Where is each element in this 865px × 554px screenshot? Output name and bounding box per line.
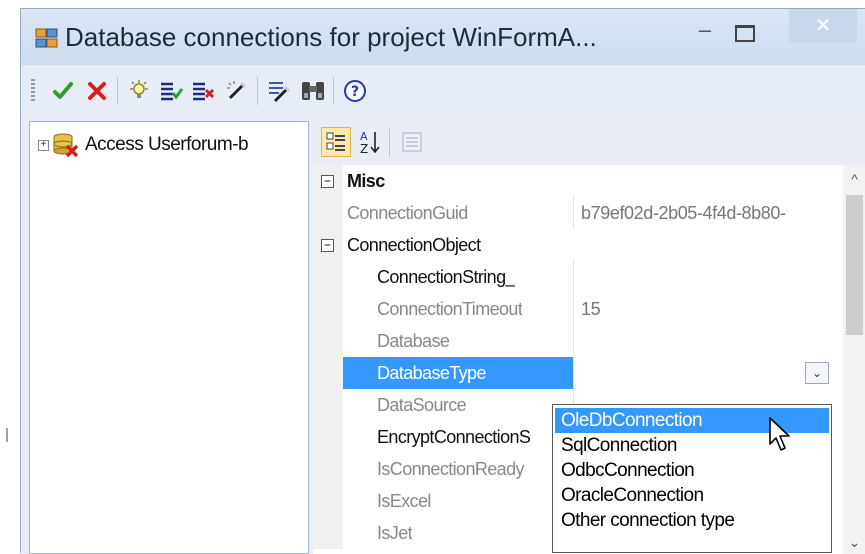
property-name: EncryptConnectionS [377, 427, 531, 447]
property-value[interactable] [575, 357, 843, 389]
mouse-pointer-icon [769, 417, 790, 451]
property-name: Database [377, 331, 450, 351]
minimize-button[interactable]: – [693, 19, 717, 43]
property-value[interactable] [575, 325, 843, 357]
sort-az-icon: A Z [360, 130, 380, 155]
main-toolbar: ? [21, 65, 865, 115]
background-strip [0, 0, 865, 8]
row-gutter [313, 485, 343, 517]
close-button[interactable]: ✕ [789, 9, 857, 43]
column-divider [573, 197, 574, 229]
property-row[interactable]: Database [313, 325, 843, 357]
magic-wand-icon [227, 81, 247, 100]
database-error-icon [53, 133, 79, 158]
svg-text:?: ? [351, 84, 359, 100]
background-tick [6, 428, 8, 442]
title-bar[interactable]: Database connections for project WinForm… [21, 9, 865, 65]
scroll-down-icon[interactable]: ⌄ [843, 530, 865, 554]
column-divider [573, 357, 574, 389]
category-label: Misc [347, 171, 385, 191]
property-name: DatabaseType [377, 363, 486, 383]
property-row[interactable]: ConnectionString_ [313, 261, 843, 293]
delete-button[interactable] [83, 77, 111, 105]
category-misc[interactable]: − Misc [313, 165, 843, 197]
alphabetical-button[interactable]: A Z [355, 127, 385, 157]
window-title: Database connections for project WinForm… [65, 22, 597, 52]
property-row-selected[interactable]: DatabaseType ⌄ [313, 357, 843, 389]
row-gutter [313, 325, 343, 357]
background-strip-left [0, 0, 20, 553]
row-gutter [313, 453, 343, 485]
property-name: IsExcel [377, 491, 431, 511]
property-value[interactable]: 15 [575, 293, 843, 325]
property-name: IsConnectionReady [377, 459, 524, 479]
app-icon [35, 28, 58, 48]
row-gutter [313, 517, 343, 549]
toolbar-separator [333, 77, 334, 105]
row-gutter [313, 357, 343, 389]
expand-icon[interactable]: + [38, 139, 49, 151]
settings-wizard-button[interactable] [265, 77, 293, 105]
toolbar-separator [257, 77, 258, 105]
dropdown-option[interactable]: OracleConnection [555, 483, 829, 508]
property-name: ConnectionTimeout [377, 299, 523, 319]
maximize-button[interactable] [735, 25, 755, 42]
scroll-thumb[interactable] [846, 195, 863, 335]
property-pages-button[interactable] [397, 127, 427, 157]
checkmark-icon [53, 82, 73, 99]
collapse-icon[interactable]: − [321, 239, 334, 252]
help-button[interactable]: ? [341, 77, 369, 105]
red-x-icon [88, 82, 106, 100]
property-row[interactable]: ConnectionGuid b79ef02d-2b05-4f4d-8b80- [313, 197, 843, 229]
accept-button[interactable] [49, 77, 77, 105]
disable-all-button[interactable] [189, 77, 217, 105]
tree-node-label: Access Userforum-b [85, 134, 249, 155]
toolbar-grip-icon[interactable] [31, 79, 35, 103]
categorized-button[interactable] [321, 127, 351, 157]
category-connection-object[interactable]: − ConnectionObject [313, 229, 843, 261]
enable-all-button[interactable] [157, 77, 185, 105]
connection-tree[interactable]: + Access Userforum-b [29, 121, 309, 554]
pg-toolbar-separator [389, 129, 390, 157]
wizard-button[interactable] [223, 77, 251, 105]
row-gutter [313, 293, 343, 325]
column-divider [573, 293, 574, 325]
row-gutter [313, 389, 343, 421]
dropdown-option[interactable]: Other connection type [555, 508, 829, 533]
column-divider [573, 261, 574, 293]
property-name: ConnectionGuid [347, 203, 468, 223]
property-pages-icon [402, 132, 422, 152]
collapse-icon[interactable]: − [321, 175, 334, 188]
toolbar-separator [117, 77, 118, 105]
property-value[interactable]: b79ef02d-2b05-4f4d-8b80- [575, 197, 843, 229]
row-gutter [313, 261, 343, 293]
binoculars-icon [302, 82, 324, 100]
categorized-icon [326, 132, 345, 151]
vertical-scrollbar[interactable]: ^ ⌄ [843, 165, 865, 554]
column-divider [573, 325, 574, 357]
property-name: DataSource [377, 395, 467, 415]
property-name: ConnectionString_ [377, 267, 515, 287]
help-icon: ? [344, 80, 366, 102]
row-gutter [313, 421, 343, 453]
property-value[interactable] [575, 261, 843, 293]
list-remove-icon [193, 82, 215, 101]
find-button[interactable] [299, 77, 327, 105]
settings-wand-icon [269, 82, 291, 103]
list-check-icon [161, 82, 183, 101]
chevron-down-icon[interactable]: ⌄ [805, 362, 829, 384]
property-grid-toolbar: A Z [313, 121, 865, 163]
dropdown-option[interactable]: OdbcConnection [555, 458, 829, 483]
lightbulb-icon [130, 80, 148, 98]
add-connection-button[interactable] [125, 77, 153, 105]
subcategory-label: ConnectionObject [347, 235, 481, 255]
tree-node-access-userforum[interactable]: + Access Userforum-b [38, 132, 249, 158]
property-name: IsJet [377, 523, 413, 543]
row-gutter [313, 197, 343, 229]
property-row[interactable]: ConnectionTimeout 15 [313, 293, 843, 325]
svg-text:Z: Z [360, 142, 368, 155]
scroll-up-icon[interactable]: ^ [843, 165, 865, 193]
